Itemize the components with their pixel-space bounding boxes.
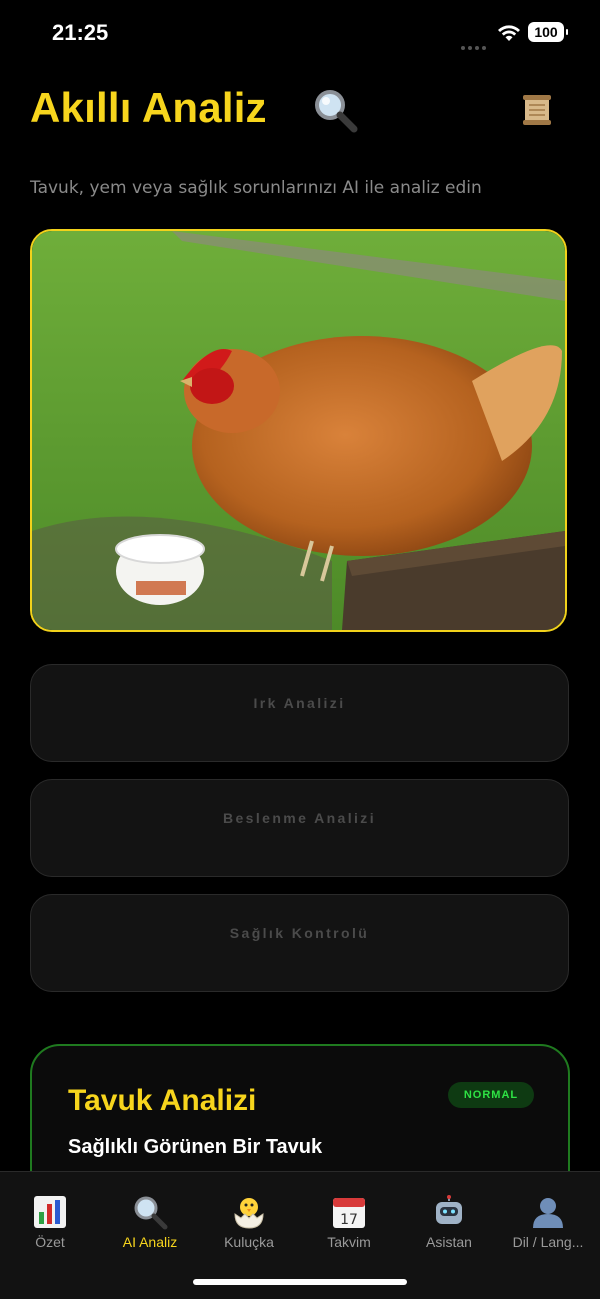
cellular-signal-icon bbox=[461, 35, 489, 50]
chicken-photo[interactable] bbox=[30, 229, 567, 632]
tab-summary[interactable]: Özet bbox=[0, 1194, 100, 1250]
svg-text:17: 17 bbox=[340, 1212, 358, 1228]
status-badge: NORMAL bbox=[448, 1082, 534, 1108]
calendar-icon: 17 bbox=[333, 1198, 365, 1228]
wifi-icon bbox=[498, 25, 520, 41]
tab-label: Kuluçka bbox=[224, 1234, 274, 1250]
status-time: 21:25 bbox=[52, 20, 109, 45]
tab-assistant[interactable]: Asistan bbox=[399, 1194, 499, 1250]
tab-label: Dil / Lang... bbox=[512, 1234, 584, 1250]
hatching-chick-icon bbox=[234, 1198, 264, 1229]
status-bar: 21:25 100 bbox=[0, 0, 600, 66]
nutrition-analysis-button[interactable]: Beslenme Analizi bbox=[30, 779, 569, 877]
result-subtitle: Sağlıklı Görünen Bir Tavuk bbox=[68, 1136, 323, 1158]
tab-label: Özet bbox=[35, 1234, 65, 1250]
tab-label: Asistan bbox=[426, 1234, 472, 1250]
tab-incubation[interactable]: Kuluçka bbox=[199, 1194, 299, 1250]
page-title: Akıllı Analiz bbox=[30, 84, 267, 131]
bar-chart-icon bbox=[34, 1196, 66, 1228]
tab-calendar[interactable]: 17 Takvim bbox=[299, 1194, 399, 1250]
health-check-button[interactable]: Sağlık Kontrolü bbox=[30, 894, 569, 992]
magnifier-icon bbox=[134, 1196, 168, 1230]
tab-language[interactable]: Dil / Lang... bbox=[498, 1194, 598, 1250]
magnifier-icon bbox=[315, 90, 358, 133]
robot-icon bbox=[436, 1195, 462, 1224]
user-icon bbox=[533, 1198, 563, 1228]
scroll-icon[interactable] bbox=[520, 93, 554, 127]
tab-label: AI Analiz bbox=[122, 1234, 178, 1250]
breed-analysis-button[interactable]: Irk Analizi bbox=[30, 664, 569, 762]
tab-label: Takvim bbox=[327, 1234, 371, 1250]
page-subtitle: Tavuk, yem veya sağlık sorunlarınızı AI … bbox=[30, 178, 482, 198]
battery-icon: 100 bbox=[528, 22, 568, 42]
tab-ai-analysis[interactable]: AI Analiz bbox=[100, 1194, 200, 1250]
home-indicator bbox=[193, 1279, 407, 1285]
result-title: Tavuk Analizi bbox=[68, 1084, 257, 1117]
